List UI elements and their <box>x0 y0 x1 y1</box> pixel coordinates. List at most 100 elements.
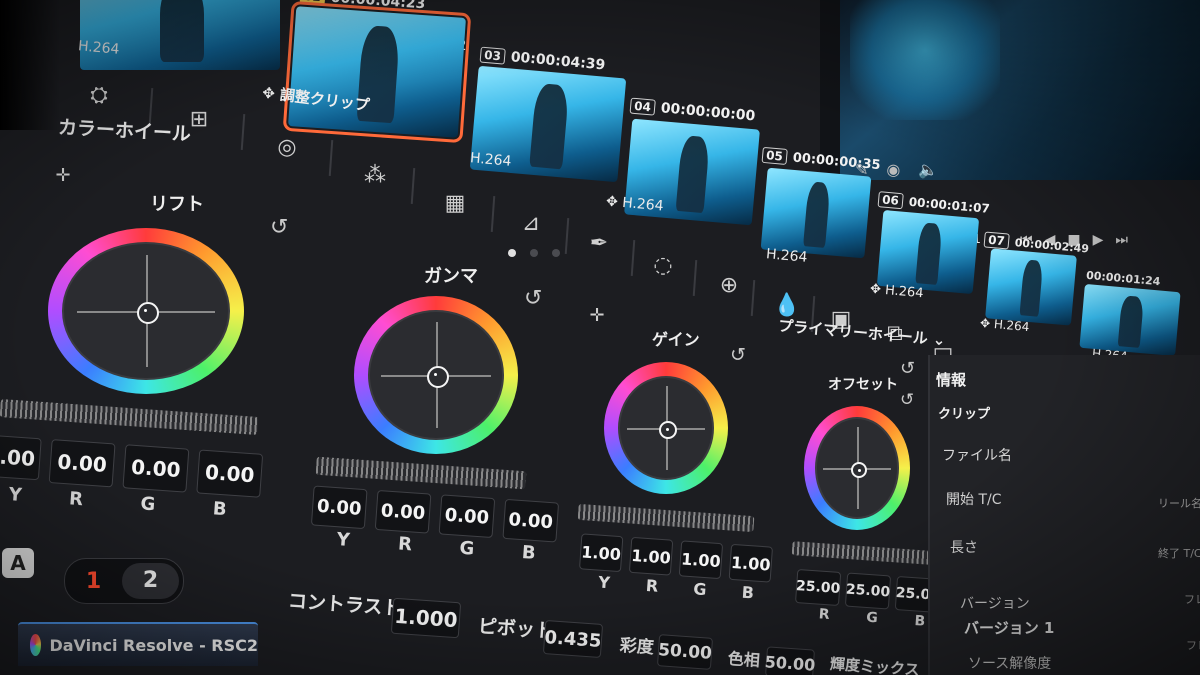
page-indicator <box>508 249 560 257</box>
info-version-value: バージョン 1 <box>964 619 1055 637</box>
adjustment-clip-icon: ✥ <box>261 83 276 103</box>
gain-master-slider[interactable] <box>577 503 755 533</box>
lift-y-value[interactable]: 0.00 <box>0 434 42 481</box>
clip-thumbnail-1[interactable] <box>80 0 280 70</box>
gamma-b-value[interactable]: 0.00 <box>502 498 560 543</box>
saturation-label: 彩度 <box>619 635 655 659</box>
gain-r-value[interactable]: 1.00 <box>628 536 674 576</box>
lift-master-slider[interactable] <box>0 399 259 435</box>
info-version-label: バージョン <box>960 596 1030 612</box>
clip-7-number: 07 <box>983 231 1010 250</box>
hue-value[interactable]: 50.00 <box>764 646 816 675</box>
rgb-mixer-icon[interactable]: ⁂ <box>356 160 394 190</box>
divider <box>240 113 246 151</box>
gain-wheel-handle[interactable] <box>659 421 677 439</box>
info-start-tc-label: 開始 T/C <box>946 492 1002 508</box>
color-wheels-icon[interactable]: ◎ <box>268 132 306 162</box>
davinci-resolve-window: ✎ ◉ 🔈 ⏮◀■▶⏭ H.264 0200:00:04:23 V2 ✥ 調整ク… <box>0 0 1200 675</box>
davinci-resolve-logo-icon <box>30 634 42 656</box>
gain-y-value[interactable]: 1.00 <box>578 533 624 573</box>
hue-label: 色相 <box>727 648 761 671</box>
wheel-mode-dropdown[interactable]: プライマリーホイール ⌄ <box>777 315 946 351</box>
tracker-icon[interactable]: ⊕ <box>710 270 748 300</box>
window-icon[interactable]: ◌ <box>644 250 682 280</box>
info-filename-label: ファイル名 <box>942 448 1012 464</box>
offset-master-slider[interactable] <box>791 541 933 565</box>
clip-5-codec: H.264 <box>765 246 809 266</box>
offset-reset-icon[interactable]: ↺ <box>900 390 914 410</box>
skip-forward-icon[interactable]: ⏭ <box>1115 232 1140 248</box>
page-dot-1[interactable] <box>508 249 516 257</box>
offset-color-wheel[interactable] <box>804 406 910 530</box>
lift-wheel-handle[interactable] <box>137 302 159 324</box>
gamma-reset-icon[interactable]: ↺ <box>524 286 542 311</box>
gamma-g-value[interactable]: 0.00 <box>438 494 496 539</box>
lift-g-value[interactable]: 0.00 <box>122 444 190 493</box>
gamma-color-wheel[interactable] <box>354 296 518 454</box>
gain-g-value[interactable]: 1.00 <box>678 540 724 580</box>
info-panel: 情報 クリップ ファイル名 開始 T/C リール名 長さ 終了 T/C バージョ… <box>928 355 1200 675</box>
taskbar-app-title: DaVinci Resolve - RSC2 <box>49 635 258 655</box>
a-button[interactable]: A <box>2 548 34 578</box>
clip-2-number: 02 <box>299 0 326 6</box>
clip-4-timecode: 00:00:00:00 <box>660 100 756 125</box>
clip-5-number: 05 <box>761 146 788 165</box>
clip-7-codec: ✥ H.264 <box>979 315 1030 335</box>
gamma-label: ガンマ <box>424 266 478 287</box>
info-frame-label: フレ <box>1184 593 1200 606</box>
clip-thumbnail-2[interactable] <box>282 0 472 144</box>
gain-reset-icon[interactable]: ↺ <box>730 344 746 366</box>
clip-thumbnail-6[interactable] <box>876 209 980 295</box>
pivot-value[interactable]: 0.435 <box>542 620 604 658</box>
info-source-res-label: ソース解像度 <box>968 656 1052 672</box>
eye-icon[interactable]: ◉ <box>886 160 900 179</box>
offset-label: オフセット <box>828 377 898 393</box>
gamma-master-slider[interactable] <box>315 456 527 490</box>
curves-icon[interactable]: ⊿ <box>512 208 550 238</box>
clip-thumbnail-5[interactable] <box>760 167 872 259</box>
gamma-wheel-handle[interactable] <box>427 366 449 388</box>
screen-bezel <box>0 0 60 130</box>
speaker-icon[interactable]: 🔈 <box>918 160 938 179</box>
info-frame-label-2: フレ <box>1186 639 1200 652</box>
gamma-y-value[interactable]: 0.00 <box>310 485 368 530</box>
info-reel-label: リール名 <box>1158 497 1200 510</box>
offset-wheel-handle[interactable] <box>851 462 867 478</box>
reset-all-icon[interactable]: ↺ <box>900 358 915 379</box>
saturation-value[interactable]: 50.00 <box>656 634 714 670</box>
offset-r-value[interactable]: 25.00 <box>794 569 842 607</box>
gain-b-value[interactable]: 1.00 <box>728 543 774 583</box>
taskbar-app-button[interactable]: DaVinci Resolve - RSC2 <box>18 622 258 666</box>
divider <box>564 217 570 255</box>
offset-g-value[interactable]: 25.00 <box>844 572 892 610</box>
divider <box>630 239 636 277</box>
panel-title: カラーホイール <box>57 116 192 146</box>
page-2-button[interactable]: 2 <box>122 563 179 599</box>
picker-icon[interactable]: ✛ <box>44 160 82 190</box>
adjustment-icon: ✥ <box>605 193 619 211</box>
divider <box>328 139 334 177</box>
adjustment-icon-6: ✥ <box>869 281 882 298</box>
lift-b-value[interactable]: 0.00 <box>196 449 264 498</box>
crosshair-icon[interactable]: ✛ <box>578 300 616 330</box>
play-icon[interactable]: ▶ <box>1093 232 1116 248</box>
motion-effects-icon[interactable]: ▦ <box>436 188 474 218</box>
clip-thumbnail-8[interactable] <box>1079 283 1181 357</box>
clip-3-number: 03 <box>479 46 506 65</box>
page-dot-3[interactable] <box>552 249 560 257</box>
page-1-button[interactable]: 1 <box>65 569 122 594</box>
lift-r-value[interactable]: 0.00 <box>48 439 116 488</box>
contrast-value[interactable]: 1.000 <box>390 597 462 639</box>
viewer-image <box>850 0 1000 120</box>
info-header: 情報 <box>936 371 967 389</box>
camera-raw-icon[interactable]: ⛭ <box>80 80 118 110</box>
gain-color-wheel[interactable] <box>604 362 728 494</box>
gamma-r-value[interactable]: 0.00 <box>374 489 432 534</box>
divider <box>750 279 756 317</box>
clip-thumbnail-7[interactable] <box>985 248 1077 326</box>
lift-reset-icon[interactable]: ↺ <box>270 215 288 240</box>
qualifier-eyedropper-icon[interactable]: ✒ <box>580 228 618 258</box>
clip-6-number: 06 <box>877 191 904 210</box>
lift-color-wheel[interactable] <box>48 228 244 394</box>
page-dot-2[interactable] <box>530 249 538 257</box>
